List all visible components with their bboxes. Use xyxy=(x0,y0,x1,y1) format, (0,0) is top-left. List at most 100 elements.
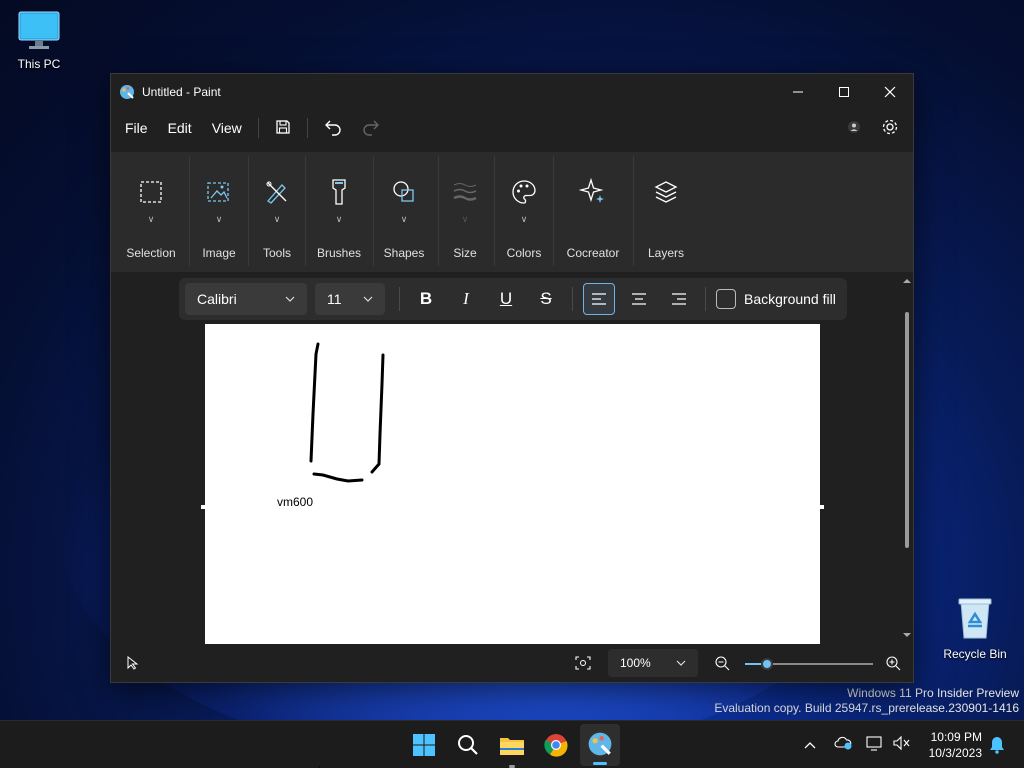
italic-button[interactable]: I xyxy=(450,283,482,315)
zoom-in-icon xyxy=(886,656,901,671)
shapes-icon xyxy=(393,181,414,202)
zoom-dropdown[interactable]: 100% xyxy=(608,649,698,677)
zoom-slider[interactable] xyxy=(745,658,873,670)
paint-app-icon xyxy=(588,732,612,756)
cloud-info-icon xyxy=(834,736,852,749)
bold-button[interactable]: B xyxy=(410,283,442,315)
undo-icon xyxy=(324,120,341,136)
network-button[interactable] xyxy=(866,735,884,756)
window-title: Untitled - Paint xyxy=(142,85,221,99)
ribbon-label-selection: Selection xyxy=(126,246,176,260)
ribbon-group-brushes[interactable]: ∨ Brushes xyxy=(311,152,367,272)
save-icon xyxy=(276,119,290,134)
menu-edit[interactable]: Edit xyxy=(158,114,202,142)
watermark-line1: Windows 11 Pro Insider Preview xyxy=(847,686,1019,700)
align-center-button[interactable] xyxy=(623,283,655,315)
ribbon-separator xyxy=(633,156,634,266)
font-size-dropdown[interactable]: 11 xyxy=(315,283,385,315)
recycle-bin-icon xyxy=(958,598,992,639)
underline-button[interactable]: U xyxy=(490,283,522,315)
strikethrough-button[interactable]: S xyxy=(530,283,562,315)
drawing-strokes xyxy=(309,342,385,483)
minimize-button[interactable] xyxy=(775,74,821,110)
onedrive-button[interactable] xyxy=(834,736,852,755)
show-hidden-icons-button[interactable] xyxy=(804,736,816,754)
network-icon xyxy=(866,735,882,751)
ribbon-group-tools[interactable]: ∨ Tools xyxy=(251,152,303,272)
taskbar: 10:09 PM 10/3/2023 xyxy=(0,720,1024,768)
vertical-scrollbar[interactable] xyxy=(901,274,913,646)
close-button[interactable] xyxy=(867,74,913,110)
clock-date: 10/3/2023 xyxy=(928,746,982,760)
underline-icon: U xyxy=(499,289,513,308)
start-button[interactable] xyxy=(410,731,438,759)
pointer-icon xyxy=(127,655,139,673)
menu-view[interactable]: View xyxy=(202,114,252,142)
align-left-button[interactable] xyxy=(583,283,615,315)
ribbon-label-colors: Colors xyxy=(506,246,542,260)
ribbon-group-image[interactable]: ∨ Image xyxy=(193,152,245,272)
clock[interactable]: 10:09 PM 10/3/2023 xyxy=(929,729,982,761)
volume-button[interactable] xyxy=(892,735,910,756)
settings-button[interactable] xyxy=(881,118,899,139)
file-explorer-button[interactable] xyxy=(498,731,526,759)
maximize-button[interactable] xyxy=(821,74,867,110)
ribbon-label-image: Image xyxy=(202,246,236,260)
ribbon-separator xyxy=(553,156,554,266)
paint-taskbar-button[interactable] xyxy=(580,724,620,766)
chevron-up-icon xyxy=(804,742,816,749)
italic-icon: I xyxy=(463,289,469,308)
zoom-in-button[interactable] xyxy=(886,656,901,674)
background-fill-toggle[interactable]: Background fill xyxy=(716,289,836,309)
align-left-icon xyxy=(592,293,606,305)
ribbon-group-shapes[interactable]: ∨ Shapes xyxy=(377,152,431,272)
selection-icon xyxy=(140,181,162,203)
drawing-canvas[interactable]: vm600 xyxy=(205,324,820,644)
account-button[interactable] xyxy=(847,120,861,137)
chrome-button[interactable] xyxy=(542,731,570,759)
ribbon-label-brushes: Brushes xyxy=(316,246,362,260)
ribbon-separator xyxy=(373,156,374,266)
font-family-value: Calibri xyxy=(197,291,237,307)
save-button[interactable] xyxy=(265,113,301,144)
close-icon xyxy=(884,86,896,98)
layers-icon xyxy=(654,181,678,203)
ribbon-group-size[interactable]: ∨ Size xyxy=(443,152,487,272)
canvas-area[interactable]: Calibri 11 B I U S Background fill vm600 xyxy=(111,274,913,646)
active-indicator xyxy=(593,762,607,765)
undo-button[interactable] xyxy=(314,112,352,145)
menu-bar: File Edit View xyxy=(111,110,913,146)
canvas-resize-handle-left[interactable] xyxy=(201,505,205,509)
align-right-button[interactable] xyxy=(663,283,695,315)
zoom-out-button[interactable] xyxy=(715,656,730,674)
ribbon-label-layers: Layers xyxy=(647,246,685,260)
ribbon-group-colors[interactable]: ∨ Colors xyxy=(499,152,549,272)
zoom-out-icon xyxy=(715,656,730,671)
bell-icon xyxy=(990,737,1004,754)
palette-icon xyxy=(512,180,536,204)
ribbon-separator xyxy=(305,156,306,266)
notifications-button[interactable] xyxy=(989,736,1005,759)
menu-file[interactable]: File xyxy=(115,114,158,142)
title-bar[interactable]: Untitled - Paint xyxy=(111,74,913,110)
ribbon-group-cocreator[interactable]: Cocreator xyxy=(561,152,625,272)
ribbon-separator xyxy=(248,156,249,266)
align-center-icon xyxy=(632,293,646,305)
font-family-dropdown[interactable]: Calibri xyxy=(185,283,307,315)
zoom-slider-thumb[interactable] xyxy=(760,658,773,670)
fit-to-window-button[interactable] xyxy=(575,656,591,673)
background-fill-checkbox[interactable] xyxy=(716,289,736,309)
font-size-value: 11 xyxy=(327,291,342,307)
search-button[interactable] xyxy=(454,731,482,759)
ribbon-group-selection[interactable]: ∨ Selection xyxy=(123,152,179,272)
align-right-icon xyxy=(672,293,686,305)
this-pc-desktop-icon[interactable]: This PC xyxy=(0,10,79,71)
recycle-bin-desktop-icon[interactable]: Recycle Bin xyxy=(935,596,1015,661)
chevron-down-icon: ∨ xyxy=(273,214,281,224)
mouse-cursor-icon xyxy=(318,760,328,768)
redo-button[interactable] xyxy=(352,112,390,145)
recycle-bin-label: Recycle Bin xyxy=(943,647,1007,661)
canvas-resize-handle-right[interactable] xyxy=(820,505,824,509)
ribbon-group-layers[interactable]: Layers xyxy=(641,152,691,272)
chevron-down-icon xyxy=(285,296,295,302)
